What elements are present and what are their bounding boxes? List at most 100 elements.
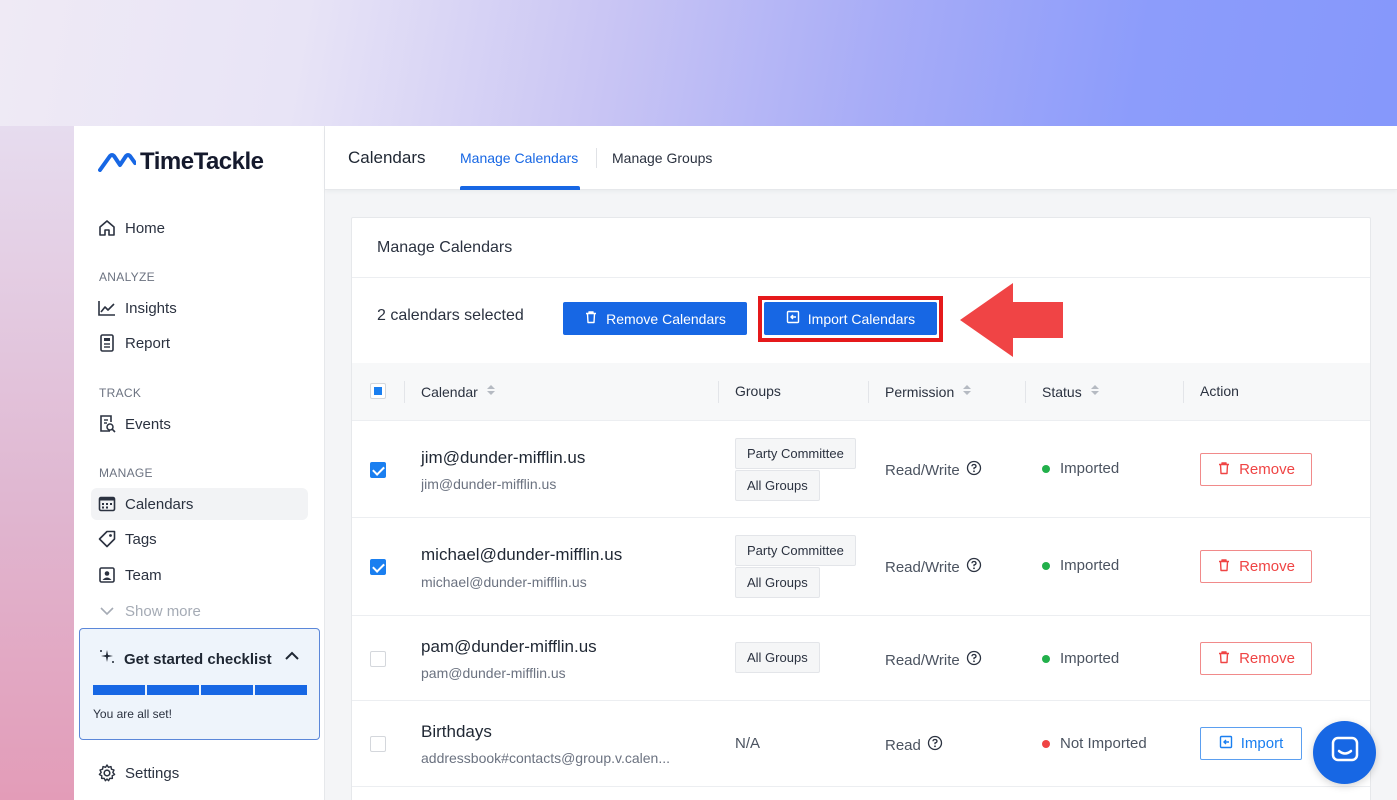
sidebar-show-more[interactable]: Show more [91, 595, 308, 627]
checklist-header: Get started checklist [98, 648, 272, 670]
group-tag: Party Committee [735, 535, 856, 566]
sidebar-item-label: Home [125, 219, 166, 237]
chat-launcher-button[interactable] [1313, 721, 1376, 784]
chat-icon [1330, 735, 1360, 770]
card-title: Manage Calendars [377, 239, 513, 256]
sidebar-item-calendars[interactable]: Calendars [91, 488, 308, 520]
button-label: Import Calendars [807, 310, 916, 327]
sidebar-item-label: Settings [125, 764, 180, 782]
sidebar-item-home[interactable]: Home [91, 212, 308, 244]
sort-icon [486, 383, 496, 400]
status-text: Imported [1060, 557, 1120, 574]
top-bar: Calendars Manage Calendars Manage Groups [325, 126, 1397, 190]
calendar-id: pam@dunder-mifflin.us [421, 665, 566, 681]
tab-manage-groups[interactable]: Manage Groups [612, 150, 712, 166]
import-button[interactable]: Import [1200, 727, 1302, 760]
table-header: Calendar Groups Permission Status Action [352, 363, 1370, 421]
status-dot [1042, 739, 1050, 748]
permission-cell: Read [885, 735, 943, 755]
permission-text: Read [885, 736, 921, 754]
progress-segment [255, 685, 307, 695]
remove-button[interactable]: Remove [1200, 550, 1312, 583]
permission-cell: Read/Write [885, 460, 982, 480]
events-search-icon [97, 414, 117, 434]
sidebar-item-label: Report [125, 334, 171, 352]
help-icon[interactable] [966, 650, 982, 670]
remove-button[interactable]: Remove [1200, 453, 1312, 486]
permission-cell: Read/Write [885, 557, 982, 577]
group-tag: All Groups [735, 567, 820, 598]
sidebar-item-label: Tags [125, 530, 157, 548]
logo[interactable]: TimeTackle [98, 148, 264, 176]
sidebar: TimeTackle Home ANALYZE Insights Report … [74, 126, 325, 800]
divider [352, 277, 1370, 278]
home-icon [97, 218, 117, 238]
progress-segment [93, 685, 145, 695]
status-cell: Imported [1042, 650, 1119, 667]
get-started-checklist[interactable]: Get started checklist You are all set! [79, 628, 320, 740]
select-all-checkbox[interactable] [370, 383, 386, 399]
logo-icon [98, 153, 136, 172]
sidebar-item-team[interactable]: Team [91, 559, 308, 591]
progress-segment [147, 685, 199, 695]
remove-button[interactable]: Remove [1200, 642, 1312, 675]
sidebar-item-events[interactable]: Events [91, 408, 308, 440]
trash-icon [584, 310, 598, 327]
sidebar-item-tags[interactable]: Tags [91, 523, 308, 555]
group-tag: Party Committee [735, 438, 856, 469]
status-cell: Not Imported [1042, 735, 1147, 752]
sidebar-item-insights[interactable]: Insights [91, 292, 308, 324]
row-checkbox[interactable] [370, 651, 386, 667]
help-icon[interactable] [966, 460, 982, 480]
status-cell: Imported [1042, 460, 1119, 477]
column-divider [718, 381, 719, 403]
column-header-action: Action [1200, 383, 1239, 399]
column-header-permission[interactable]: Permission [885, 383, 972, 400]
column-header-status[interactable]: Status [1042, 383, 1100, 400]
help-icon[interactable] [927, 735, 943, 755]
calendar-name: jim@dunder-mifflin.us [421, 448, 586, 467]
section-label-track: TRACK [99, 386, 142, 400]
section-label-analyze: ANALYZE [99, 270, 155, 284]
tab-manage-calendars[interactable]: Manage Calendars [460, 150, 578, 166]
help-icon[interactable] [966, 557, 982, 577]
active-tab-indicator [460, 186, 580, 190]
tab-divider [596, 148, 597, 168]
status-dot [1042, 561, 1050, 570]
row-checkbox[interactable] [370, 736, 386, 752]
chart-line-icon [97, 298, 117, 318]
groups-cell: N/A [735, 735, 761, 752]
report-icon [97, 333, 117, 353]
tag-icon [97, 529, 117, 549]
app-window: TimeTackle Home ANALYZE Insights Report … [74, 126, 1397, 800]
status-cell: Imported [1042, 557, 1119, 574]
column-label: Calendar [421, 383, 478, 400]
button-label: Import [1240, 735, 1284, 752]
calendar-id: michael@dunder-mifflin.us [421, 574, 587, 590]
sidebar-item-report[interactable]: Report [91, 327, 308, 359]
button-label: Remove [1239, 461, 1295, 478]
import-calendars-button[interactable]: Import Calendars [764, 302, 937, 335]
column-divider [404, 381, 405, 403]
checklist-title: Get started checklist [124, 650, 272, 668]
status-dot [1042, 464, 1050, 473]
column-divider [1025, 381, 1026, 403]
team-icon [97, 565, 117, 585]
permission-text: Read/Write [885, 461, 960, 479]
sidebar-item-settings[interactable]: Settings [91, 757, 308, 789]
remove-calendars-button[interactable]: Remove Calendars [563, 302, 747, 335]
column-header-groups: Groups [735, 383, 781, 399]
calendar-name: michael@dunder-mifflin.us [421, 545, 623, 564]
chevron-down-icon [97, 601, 117, 621]
row-checkbox[interactable] [370, 559, 386, 575]
column-label: Permission [885, 383, 955, 400]
column-header-calendar[interactable]: Calendar [421, 383, 496, 400]
column-label: Status [1042, 383, 1082, 400]
table-row: michael@dunder-mifflin.us michael@dunder… [352, 518, 1370, 616]
checklist-progress [93, 685, 307, 695]
chevron-up-icon[interactable] [283, 647, 301, 670]
manage-calendars-card: Manage Calendars 2 calendars selected Re… [351, 217, 1371, 800]
row-checkbox[interactable] [370, 462, 386, 478]
calendar-id: addressbook#contacts@group.v.calen... [421, 750, 670, 766]
group-tag: All Groups [735, 642, 820, 673]
